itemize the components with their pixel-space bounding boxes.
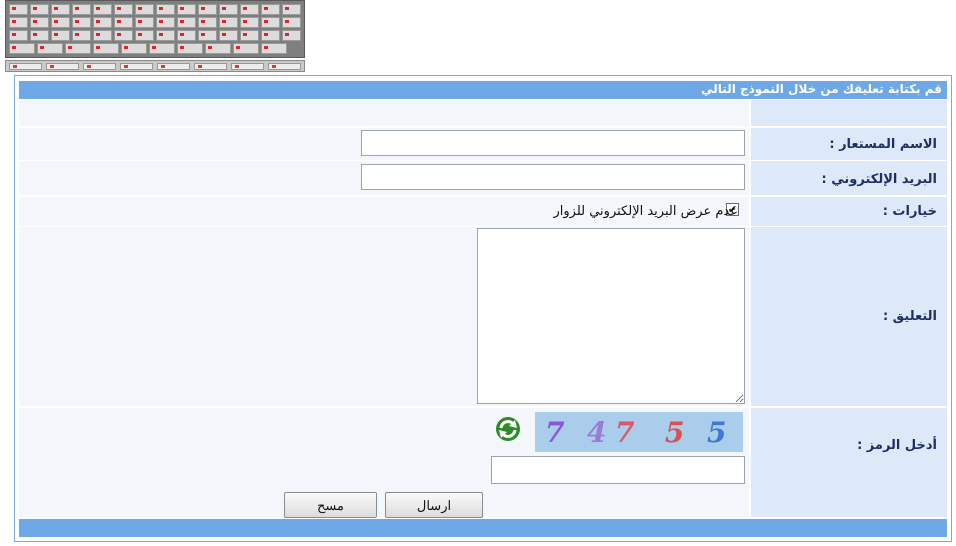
- code-row: أدخل الرمز : 74755 ارسال مسح: [19, 408, 947, 518]
- keyboard-key[interactable]: [177, 43, 203, 54]
- keyboard-key[interactable]: [114, 30, 133, 41]
- captcha-digit: 7: [545, 416, 565, 449]
- form-title: قم بكتابة تعليقك من خلال النموذج التالي: [701, 82, 942, 96]
- keyboard-key[interactable]: [219, 4, 238, 15]
- captcha-image: 74755: [535, 412, 743, 452]
- email-input[interactable]: [361, 164, 745, 190]
- keyboard-key[interactable]: [282, 30, 301, 41]
- keyboard-key[interactable]: [37, 43, 63, 54]
- hide-email-label: عدم عرض البريد الإلكتروني للزوار: [553, 204, 738, 219]
- keyboard-key[interactable]: [51, 30, 70, 41]
- keyboard-key[interactable]: [177, 30, 196, 41]
- keyboard-key[interactable]: [240, 17, 259, 28]
- keyboard-key[interactable]: [93, 43, 119, 54]
- keyboard-key[interactable]: [156, 4, 175, 15]
- keyboard-key[interactable]: [198, 17, 217, 28]
- captcha-digit: 4: [587, 416, 607, 449]
- keyboard-key[interactable]: [219, 17, 238, 28]
- keyboard-tab[interactable]: [268, 63, 301, 70]
- keyboard-key[interactable]: [9, 30, 28, 41]
- name-row: الاسم المستعار :: [19, 128, 947, 160]
- virtual-keyboard[interactable]: [5, 0, 305, 73]
- refresh-captcha-icon[interactable]: [493, 414, 523, 444]
- keyboard-key[interactable]: [72, 4, 91, 15]
- keyboard-key[interactable]: [233, 43, 259, 54]
- email-row: البريد الإلكتروني :: [19, 161, 947, 195]
- keyboard-key[interactable]: [261, 17, 280, 28]
- keyboard-tab[interactable]: [194, 63, 227, 70]
- clear-button[interactable]: مسح: [284, 492, 377, 518]
- spacer-row: [19, 100, 947, 126]
- keyboard-tab[interactable]: [120, 63, 153, 70]
- keyboard-key[interactable]: [72, 17, 91, 28]
- code-input[interactable]: [491, 456, 745, 484]
- keyboard-key[interactable]: [240, 4, 259, 15]
- keyboard-key[interactable]: [30, 17, 49, 28]
- keyboard-key[interactable]: [205, 43, 231, 54]
- code-label: أدخل الرمز :: [857, 438, 937, 453]
- comment-label: التعليق :: [882, 309, 937, 324]
- keyboard-key[interactable]: [72, 30, 91, 41]
- captcha-digit: 5: [665, 416, 685, 449]
- keyboard-key[interactable]: [261, 4, 280, 15]
- virtual-keyboard-icon[interactable]: [5, 0, 305, 58]
- keyboard-key[interactable]: [114, 17, 133, 28]
- captcha-digit: 7: [615, 416, 635, 449]
- comment-row: التعليق :: [19, 227, 947, 406]
- send-button[interactable]: ارسال: [385, 492, 483, 518]
- keyboard-key[interactable]: [261, 30, 280, 41]
- keyboard-key[interactable]: [282, 17, 301, 28]
- keyboard-key[interactable]: [135, 17, 154, 28]
- keyboard-tab[interactable]: [157, 63, 190, 70]
- comment-textarea[interactable]: [477, 228, 745, 404]
- keyboard-tab[interactable]: [83, 63, 116, 70]
- keyboard-key[interactable]: [156, 17, 175, 28]
- form-header: قم بكتابة تعليقك من خلال النموذج التالي: [19, 81, 947, 99]
- comment-form: قم بكتابة تعليقك من خلال النموذج التالي …: [14, 75, 952, 542]
- keyboard-key[interactable]: [30, 30, 49, 41]
- keyboard-key[interactable]: [121, 43, 147, 54]
- keyboard-key[interactable]: [282, 4, 301, 15]
- form-footer: [19, 519, 947, 537]
- keyboard-key[interactable]: [93, 4, 112, 15]
- keyboard-key[interactable]: [9, 43, 35, 54]
- keyboard-key[interactable]: [30, 4, 49, 15]
- keyboard-key[interactable]: [177, 4, 196, 15]
- keyboard-key[interactable]: [177, 17, 196, 28]
- keyboard-key[interactable]: [219, 30, 238, 41]
- keyboard-key[interactable]: [9, 17, 28, 28]
- options-label: خيارات :: [882, 204, 937, 219]
- keyboard-key[interactable]: [149, 43, 175, 54]
- keyboard-key[interactable]: [51, 17, 70, 28]
- keyboard-key[interactable]: [51, 4, 70, 15]
- keyboard-tab[interactable]: [231, 63, 264, 70]
- virtual-keyboard-tabs[interactable]: [5, 60, 305, 72]
- captcha-digit: 5: [707, 416, 727, 449]
- keyboard-tab[interactable]: [9, 63, 42, 70]
- name-input[interactable]: [361, 130, 745, 156]
- keyboard-key[interactable]: [261, 43, 287, 54]
- keyboard-tab[interactable]: [46, 63, 79, 70]
- keyboard-key[interactable]: [240, 30, 259, 41]
- name-label: الاسم المستعار :: [829, 137, 937, 152]
- keyboard-key[interactable]: [65, 43, 91, 54]
- keyboard-key[interactable]: [9, 4, 28, 15]
- keyboard-key[interactable]: [156, 30, 175, 41]
- keyboard-key[interactable]: [135, 30, 154, 41]
- keyboard-key[interactable]: [198, 30, 217, 41]
- keyboard-key[interactable]: [198, 4, 217, 15]
- options-row: خيارات : ✔ عدم عرض البريد الإلكتروني للز…: [19, 197, 947, 226]
- keyboard-key[interactable]: [135, 4, 154, 15]
- keyboard-key[interactable]: [93, 17, 112, 28]
- keyboard-key[interactable]: [93, 30, 112, 41]
- keyboard-key[interactable]: [114, 4, 133, 15]
- email-label: البريد الإلكتروني :: [821, 172, 937, 187]
